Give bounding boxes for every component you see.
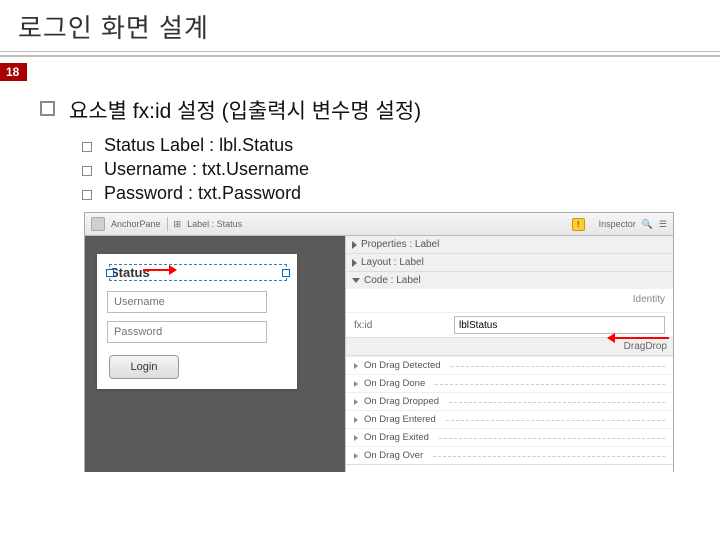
- fxid-label: fx:id: [354, 320, 454, 331]
- title-row: 로그인 화면 설계: [0, 0, 720, 51]
- warning-icon: !: [572, 218, 585, 231]
- event-row[interactable]: On Drag Over: [346, 446, 673, 464]
- breadcrumb-glyph: ⊞: [174, 219, 182, 230]
- section-header-layout[interactable]: Layout : Label: [346, 254, 673, 271]
- list-item: Status Label : lbl.Status: [82, 135, 690, 156]
- section-code: Code : Label Identity fx:id DragDrop On …: [346, 272, 673, 465]
- list-item: 요소별 fx:id 설정 (입출력시 변수명 설정): [40, 95, 690, 125]
- annotation-arrow-icon: [143, 269, 169, 271]
- list-item: Username : txt.Username: [82, 159, 690, 180]
- divider: [0, 55, 720, 57]
- content: 요소별 fx:id 설정 (입출력시 변수명 설정) Status Label …: [0, 81, 720, 472]
- resize-handle-icon[interactable]: [106, 269, 114, 277]
- divider: [0, 51, 720, 52]
- fxid-row: fx:id: [346, 312, 673, 337]
- dragdrop-label: DragDrop: [346, 337, 673, 356]
- bullet-small-icon: [82, 142, 92, 152]
- chevron-right-icon: [354, 363, 358, 369]
- event-row[interactable]: On Drag Entered: [346, 410, 673, 428]
- divider: [167, 217, 168, 231]
- section-body-identity: Identity: [346, 289, 673, 312]
- anchorpane-icon: [91, 217, 105, 231]
- sub-list: Status Label : lbl.Status Username : txt…: [82, 135, 690, 204]
- status-text: Status: [110, 265, 150, 280]
- section-title: Properties : Label: [361, 239, 439, 250]
- breadcrumb-anchorpane[interactable]: AnchorPane: [111, 219, 161, 229]
- inspector-label: Inspector: [599, 219, 636, 229]
- event-row[interactable]: On Drag Exited: [346, 428, 673, 446]
- lvl2-text: Status Label : lbl.Status: [104, 135, 293, 156]
- search-icon[interactable]: 🔍: [642, 219, 653, 230]
- bullet-small-icon: [82, 166, 92, 176]
- event-name: On Drag Detected: [364, 360, 441, 371]
- menu-icon[interactable]: ☰: [659, 219, 667, 230]
- event-row[interactable]: On Drag Done: [346, 374, 673, 392]
- chevron-right-icon: [354, 435, 358, 441]
- fxid-input[interactable]: [454, 316, 665, 334]
- bullet-outline-icon: [40, 101, 55, 116]
- toolbar-right: Inspector 🔍 ☰: [599, 219, 667, 230]
- login-button[interactable]: Login: [109, 355, 179, 379]
- chevron-down-icon: [352, 278, 360, 283]
- lvl2-text: Username : txt.Username: [104, 159, 309, 180]
- breadcrumb-label[interactable]: Label : Status: [187, 219, 242, 229]
- section-properties: Properties : Label: [346, 236, 673, 254]
- section-layout: Layout : Label: [346, 254, 673, 272]
- divider: [435, 383, 665, 385]
- event-name: On Drag Dropped: [364, 396, 439, 407]
- event-row[interactable]: On Drag Detected: [346, 356, 673, 374]
- event-name: On Drag Done: [364, 378, 425, 389]
- section-header-properties[interactable]: Properties : Label: [346, 236, 673, 253]
- properties-panel: Properties : Label Layout : Label Code :…: [345, 236, 673, 472]
- login-form: Status Login: [97, 254, 297, 389]
- event-row[interactable]: On Drag Dropped: [346, 392, 673, 410]
- slide: 로그인 화면 설계 18 요소별 fx:id 설정 (입출력시 변수명 설정) …: [0, 0, 720, 540]
- annotation-arrow-icon: [615, 337, 669, 339]
- event-name: On Drag Over: [364, 450, 423, 461]
- status-label-selected[interactable]: Status: [109, 264, 287, 281]
- section-title: Code : Label: [364, 275, 421, 286]
- chevron-right-icon: [352, 241, 357, 249]
- page-title: 로그인 화면 설계: [18, 13, 209, 43]
- page-number-badge: 18: [0, 63, 27, 81]
- chevron-right-icon: [354, 381, 358, 387]
- bullet-small-icon: [82, 190, 92, 200]
- list-item: Password : txt.Password: [82, 183, 690, 204]
- divider: [449, 401, 665, 403]
- lvl2-text: Password : txt.Password: [104, 183, 301, 204]
- password-field[interactable]: [107, 321, 267, 343]
- divider: [439, 437, 665, 439]
- editor-toolbar: AnchorPane ⊞ Label : Status ! Inspector …: [85, 213, 673, 236]
- divider: [446, 419, 665, 421]
- identity-label: Identity: [354, 293, 665, 308]
- event-name: On Drag Entered: [364, 414, 436, 425]
- chevron-right-icon: [354, 399, 358, 405]
- design-canvas[interactable]: Status Login: [85, 236, 345, 472]
- event-list: On Drag Detected On Drag Done On Drag Dr…: [346, 356, 673, 464]
- chevron-right-icon: [354, 453, 358, 459]
- event-name: On Drag Exited: [364, 432, 429, 443]
- resize-handle-icon[interactable]: [282, 269, 290, 277]
- section-header-code[interactable]: Code : Label: [346, 272, 673, 289]
- chevron-right-icon: [352, 259, 357, 267]
- chevron-right-icon: [354, 417, 358, 423]
- username-field[interactable]: [107, 291, 267, 313]
- divider: [433, 455, 665, 457]
- divider: [451, 365, 665, 367]
- screenshot-editor: AnchorPane ⊞ Label : Status ! Inspector …: [84, 212, 674, 472]
- section-title: Layout : Label: [361, 257, 424, 268]
- lvl1-text: 요소별 fx:id 설정 (입출력시 변수명 설정): [69, 95, 421, 125]
